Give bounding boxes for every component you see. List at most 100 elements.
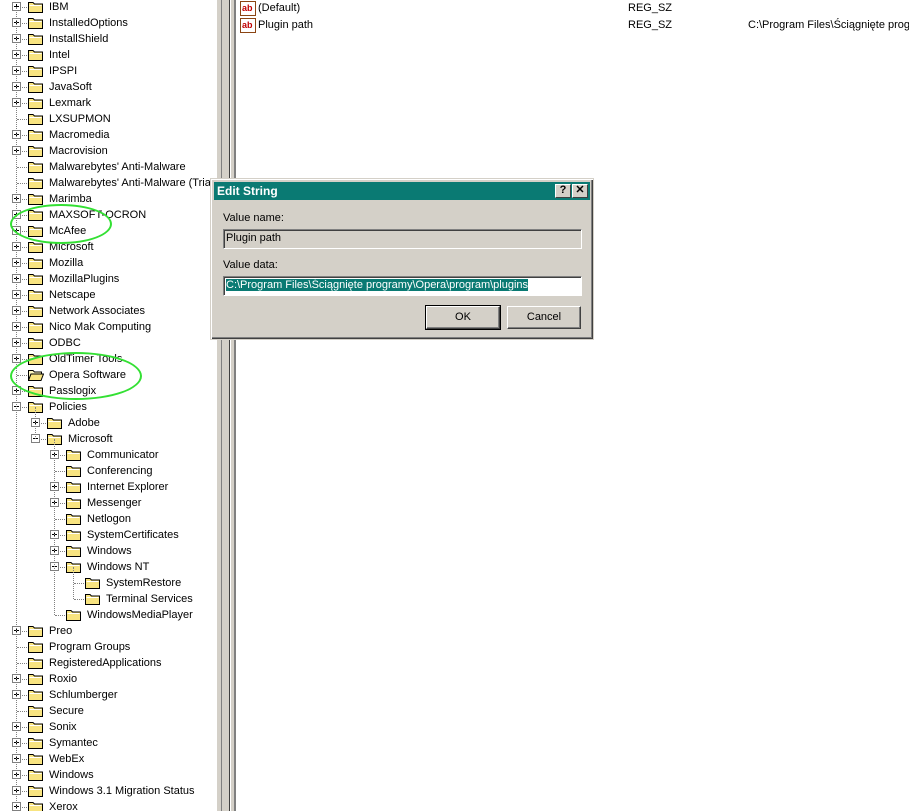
value-data: C:\Program Files\Ściągnięte progra xyxy=(748,19,909,31)
tree-item[interactable]: Windows xyxy=(0,543,216,559)
folder-icon xyxy=(28,305,44,317)
folder-icon xyxy=(28,801,44,811)
tree-item[interactable]: Windows xyxy=(0,767,216,783)
tree-item[interactable]: Macrovision xyxy=(0,143,216,159)
tree-item[interactable]: SystemCertificates xyxy=(0,527,216,543)
tree-item[interactable]: Roxio xyxy=(0,671,216,687)
tree-item[interactable]: Messenger xyxy=(0,495,216,511)
tree-item-label: Roxio xyxy=(49,673,78,685)
tree-item[interactable]: InstallShield xyxy=(0,31,216,47)
tree-item[interactable]: Windows NT xyxy=(0,559,216,575)
folder-icon xyxy=(28,273,44,285)
tree-item[interactable]: Microsoft xyxy=(0,239,216,255)
value-data-input[interactable]: C:\Program Files\Ściągnięte programy\Ope… xyxy=(223,276,582,296)
tree-item[interactable]: Netscape xyxy=(0,287,216,303)
tree-item[interactable]: McAfee xyxy=(0,223,216,239)
folder-icon xyxy=(28,673,44,685)
tree-item-label: Windows NT xyxy=(87,561,150,573)
dialog-title: Edit String xyxy=(217,184,278,198)
tree-item[interactable]: Adobe xyxy=(0,415,216,431)
cancel-button[interactable]: Cancel xyxy=(507,306,581,329)
tree-item[interactable]: Microsoft xyxy=(0,431,216,447)
tree-item-label: Symantec xyxy=(49,737,98,749)
tree-item-label: Mozilla xyxy=(49,257,84,269)
tree-item[interactable]: Xerox xyxy=(0,799,216,811)
tree-item[interactable]: Mozilla xyxy=(0,255,216,271)
dialog-titlebar[interactable]: Edit String ? ✕ xyxy=(214,182,590,200)
folder-icon xyxy=(66,481,82,493)
string-value-icon: ab xyxy=(240,18,256,33)
registry-values-list[interactable]: ab (Default) REG_SZ ab Plugin path REG_S… xyxy=(234,0,909,811)
tree-item-label: Conferencing xyxy=(87,465,153,477)
tree-item[interactable]: ODBC xyxy=(0,335,216,351)
tree-item[interactable]: MAXSOFT-OCRON xyxy=(0,207,216,223)
registry-key-tree[interactable]: IBM InstalledOptions InstallShield Intel IPS… xyxy=(0,0,216,811)
tree-item[interactable]: Lexmark xyxy=(0,95,216,111)
tree-item[interactable]: Malwarebytes' Anti-Malware xyxy=(0,159,216,175)
value-name-label: Value name: xyxy=(223,212,284,224)
tree-item[interactable]: SystemRestore xyxy=(0,575,216,591)
tree-item[interactable]: Conferencing xyxy=(0,463,216,479)
tree-item[interactable]: RegisteredApplications xyxy=(0,655,216,671)
folder-icon xyxy=(28,49,44,61)
tree-item[interactable]: IPSPI xyxy=(0,63,216,79)
tree-item[interactable]: Policies xyxy=(0,399,216,415)
tree-item[interactable]: Terminal Services xyxy=(0,591,216,607)
ok-button[interactable]: OK xyxy=(425,305,501,330)
folder-icon xyxy=(66,465,82,477)
help-button[interactable]: ? xyxy=(555,184,571,198)
tree-item[interactable]: Passlogix xyxy=(0,383,216,399)
tree-item-label: Netscape xyxy=(49,289,96,301)
tree-item[interactable]: Malwarebytes' Anti-Malware (Trial) xyxy=(0,175,216,191)
tree-item[interactable]: Marimba xyxy=(0,191,216,207)
folder-icon xyxy=(28,353,44,365)
tree-item-label: Windows xyxy=(87,545,132,557)
tree-item[interactable]: OldTimer Tools xyxy=(0,351,216,367)
folder-icon xyxy=(28,785,44,797)
tree-item[interactable]: IBM xyxy=(0,0,216,15)
folder-icon xyxy=(28,337,44,349)
tree-item[interactable]: Preo xyxy=(0,623,216,639)
folder-icon xyxy=(85,577,101,589)
folder-icon xyxy=(28,753,44,765)
tree-item[interactable]: Secure xyxy=(0,703,216,719)
edit-string-dialog: Edit String ? ✕ Value name: Plugin path … xyxy=(210,178,594,340)
tree-item[interactable]: WindowsMediaPlayer xyxy=(0,607,216,623)
tree-item[interactable]: JavaSoft xyxy=(0,79,216,95)
scrollbar-thumb[interactable] xyxy=(222,0,230,811)
tree-item[interactable]: Communicator xyxy=(0,447,216,463)
tree-item[interactable]: InstalledOptions xyxy=(0,15,216,31)
tree-item[interactable]: Intel xyxy=(0,47,216,63)
folder-icon xyxy=(28,129,44,141)
tree-item-label: Sonix xyxy=(49,721,77,733)
tree-item-label: Malwarebytes' Anti-Malware (Trial) xyxy=(49,177,216,189)
tree-item[interactable]: Network Associates xyxy=(0,303,216,319)
folder-icon xyxy=(28,225,44,237)
tree-item[interactable]: WebEx xyxy=(0,751,216,767)
tree-item-label: Policies xyxy=(49,401,87,413)
tree-item[interactable]: Internet Explorer xyxy=(0,479,216,495)
folder-icon xyxy=(28,321,44,333)
folder-icon xyxy=(66,449,82,461)
tree-item-label: Marimba xyxy=(49,193,92,205)
folder-icon xyxy=(28,641,44,653)
tree-item[interactable]: MozillaPlugins xyxy=(0,271,216,287)
folder-icon xyxy=(66,513,82,525)
value-data-selection: C:\Program Files\Ściągnięte programy\Ope… xyxy=(226,279,529,291)
folder-icon xyxy=(28,113,44,125)
tree-item[interactable]: Symantec xyxy=(0,735,216,751)
tree-item[interactable]: Windows 3.1 Migration Status xyxy=(0,783,216,799)
tree-item[interactable]: LXSUPMON xyxy=(0,111,216,127)
tree-item[interactable]: Opera Software xyxy=(0,367,216,383)
tree-item-label: WindowsMediaPlayer xyxy=(87,609,193,621)
tree-scrollbar[interactable] xyxy=(216,0,234,811)
tree-item[interactable]: Macromedia xyxy=(0,127,216,143)
tree-item-label: SystemRestore xyxy=(106,577,182,589)
tree-item[interactable]: Netlogon xyxy=(0,511,216,527)
close-button[interactable]: ✕ xyxy=(572,184,588,198)
tree-item[interactable]: Nico Mak Computing xyxy=(0,319,216,335)
tree-item[interactable]: Sonix xyxy=(0,719,216,735)
tree-item[interactable]: Schlumberger xyxy=(0,687,216,703)
scrollbar-track[interactable] xyxy=(221,0,231,811)
tree-item[interactable]: Program Groups xyxy=(0,639,216,655)
